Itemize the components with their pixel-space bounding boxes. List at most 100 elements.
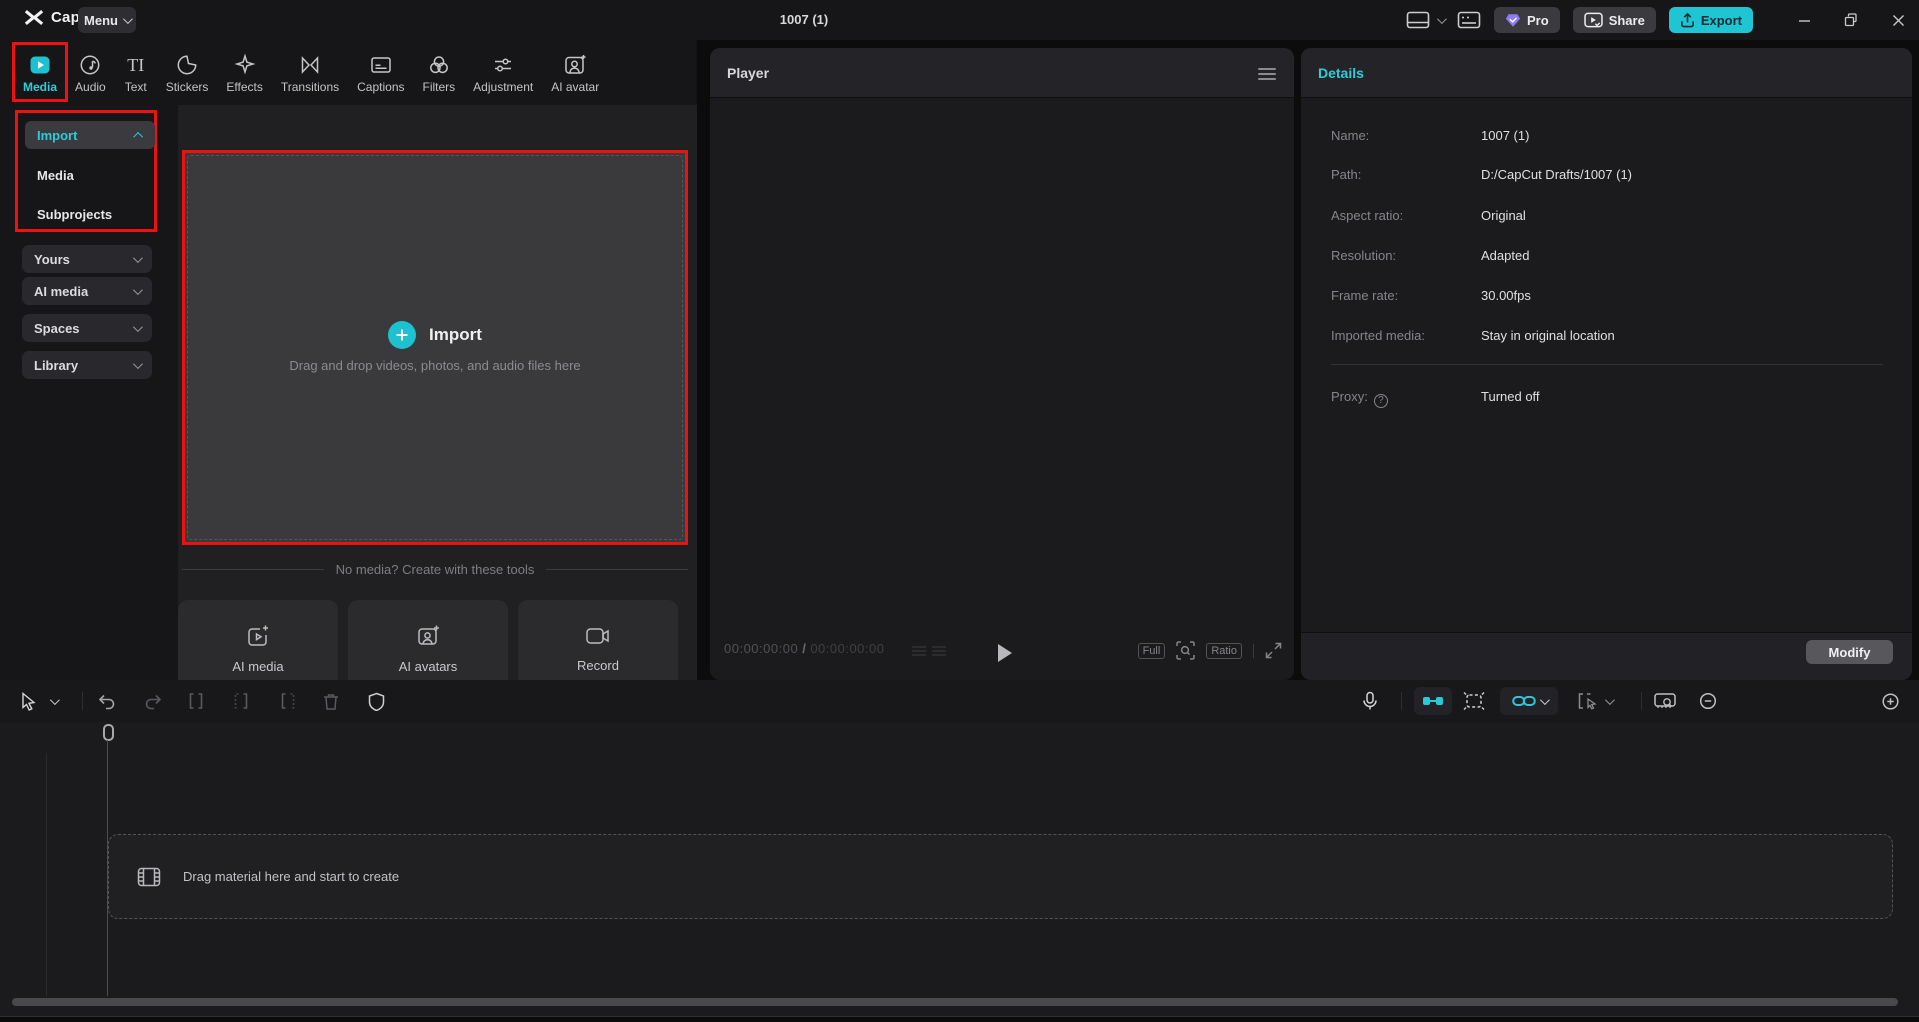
asset-tab-bar: Media Audio TI Text Stickers Effects Tra…	[11, 42, 608, 102]
chevron-down-icon	[132, 252, 143, 263]
layout-chevron-icon[interactable]	[1436, 13, 1447, 24]
share-button[interactable]: Share	[1572, 7, 1656, 33]
details-footer: Modify	[1301, 632, 1912, 680]
sidebar-item-subprojects[interactable]: Subprojects	[25, 201, 155, 227]
ai-media-icon	[248, 625, 268, 646]
preview-zoom-icon[interactable]	[1176, 641, 1196, 660]
export-button[interactable]: Export	[1668, 7, 1753, 33]
audio-icon	[78, 53, 102, 77]
menu-chevron-icon	[122, 13, 133, 24]
tab-audio[interactable]: Audio	[66, 45, 115, 101]
preview-quality-icons	[912, 644, 946, 658]
menu-button[interactable]: Menu	[78, 7, 136, 33]
full-view-button[interactable]: Full	[1137, 642, 1166, 659]
modify-button[interactable]: Modify	[1806, 640, 1893, 664]
text-icon: TI	[127, 54, 145, 75]
tab-ai-avatar[interactable]: AI avatar	[542, 45, 608, 101]
timeline-area: Drag material here and start to create	[0, 722, 1919, 1022]
sidebar-group-ai-media[interactable]: AI media	[22, 277, 152, 305]
select-clip-mode-button[interactable]	[1575, 680, 1615, 722]
filters-icon	[427, 53, 451, 77]
help-icon[interactable]: ?	[1373, 393, 1388, 408]
voiceover-button[interactable]	[1362, 680, 1378, 722]
title-bar: CapCut Menu 1007 (1) Pro	[0, 0, 1919, 40]
divider	[1401, 692, 1402, 710]
workspace-layout-button[interactable]	[1406, 11, 1430, 29]
list-icon	[912, 644, 926, 658]
track-header-divider	[46, 753, 47, 996]
zoom-out-icon[interactable]	[1699, 680, 1718, 722]
close-icon	[1892, 14, 1904, 26]
tab-transitions[interactable]: Transitions	[272, 45, 348, 101]
link-toggle[interactable]	[1500, 687, 1558, 715]
player-panel: Player 00:00:00:00/00:00:00:00 Full Rati…	[710, 48, 1294, 680]
tab-text[interactable]: TI Text	[115, 45, 157, 101]
chevron-down-icon	[132, 358, 143, 369]
tab-filters[interactable]: Filters	[414, 45, 465, 101]
titlebar-actions: Pro Share Export	[1406, 0, 1919, 40]
trim-left-button[interactable]	[231, 680, 251, 722]
player-title: Player	[727, 64, 770, 81]
cursor-chevron-icon[interactable]	[49, 680, 60, 722]
tab-captions[interactable]: Captions	[348, 45, 413, 101]
timeline-toolbar	[0, 680, 1919, 722]
detail-row-imported-media: Imported media: Stay in original locatio…	[1331, 328, 1615, 343]
tab-stickers[interactable]: Stickers	[157, 45, 218, 101]
tab-effects[interactable]: Effects	[217, 45, 271, 101]
tab-adjustment[interactable]: Adjustment	[464, 45, 542, 101]
redo-button[interactable]	[143, 680, 164, 722]
split-button[interactable]	[186, 680, 206, 722]
timecode-current: 00:00:00:00	[724, 641, 799, 656]
undo-button[interactable]	[96, 680, 117, 722]
details-divider	[1331, 364, 1883, 365]
player-menu-icon[interactable]	[1258, 65, 1276, 83]
timeline-preview-button[interactable]	[1653, 680, 1679, 722]
trim-right-button[interactable]	[278, 680, 298, 722]
pro-gem-icon	[1505, 13, 1521, 27]
details-header: Details	[1301, 48, 1912, 98]
freeze-frame-button[interactable]	[1462, 680, 1486, 722]
delete-button[interactable]	[322, 680, 340, 722]
adjustment-icon	[491, 53, 515, 77]
plus-icon	[388, 321, 417, 349]
playhead-handle[interactable]	[103, 724, 114, 741]
maximize-button[interactable]	[1834, 0, 1868, 40]
detail-row-resolution: Resolution: Adapted	[1331, 248, 1530, 263]
window-bottom-edge	[0, 1016, 1919, 1022]
sidebar-item-import[interactable]: Import	[25, 121, 155, 149]
sidebar-group-library[interactable]: Library	[22, 351, 152, 379]
details-title: Details	[1318, 64, 1364, 81]
divider	[82, 692, 83, 710]
sidebar-group-yours[interactable]: Yours	[22, 245, 152, 273]
detail-row-aspect-ratio: Aspect ratio: Original	[1331, 208, 1526, 223]
zoom-in-icon[interactable]	[1881, 680, 1900, 722]
minimize-button[interactable]	[1787, 0, 1821, 40]
import-hint: Drag and drop videos, photos, and audio …	[289, 358, 581, 373]
timecode-display: 00:00:00:00/00:00:00:00	[724, 641, 885, 656]
timeline-scrollbar[interactable]	[12, 998, 1898, 1006]
ratio-button[interactable]: Ratio	[1206, 642, 1242, 659]
detail-row-name: Name: 1007 (1)	[1331, 128, 1530, 143]
mask-button[interactable]	[368, 680, 385, 722]
play-button[interactable]	[998, 644, 1012, 662]
detail-row-frame-rate: Frame rate: 30.00fps	[1331, 288, 1531, 303]
import-drop-zone[interactable]: Import Drag and drop videos, photos, and…	[182, 150, 688, 545]
ai-avatars-icon	[418, 625, 439, 645]
sidebar-item-media[interactable]: Media	[25, 162, 155, 188]
close-button[interactable]	[1881, 0, 1915, 40]
media-content-area: Import Drag and drop videos, photos, and…	[178, 105, 697, 697]
select-cursor-button[interactable]	[20, 680, 37, 722]
list-icon	[932, 644, 946, 658]
timeline-drop-zone[interactable]: Drag material here and start to create	[108, 834, 1893, 919]
annotation-box-sidebar: Import Media Subprojects	[15, 110, 157, 232]
divider	[1253, 643, 1254, 658]
tab-media[interactable]: Media	[11, 42, 69, 102]
auto-ripple-toggle[interactable]	[1414, 687, 1452, 715]
fullscreen-icon[interactable]	[1265, 642, 1282, 659]
import-cta[interactable]: Import	[185, 321, 685, 349]
shortcuts-icon[interactable]	[1457, 11, 1481, 29]
sidebar-group-spaces[interactable]: Spaces	[22, 314, 152, 342]
pro-button[interactable]: Pro	[1494, 7, 1560, 33]
details-panel: Details Name: 1007 (1) Path: D:/CapCut D…	[1301, 48, 1912, 680]
media-browser-region: Media Audio TI Text Stickers Effects Tra…	[0, 40, 697, 697]
